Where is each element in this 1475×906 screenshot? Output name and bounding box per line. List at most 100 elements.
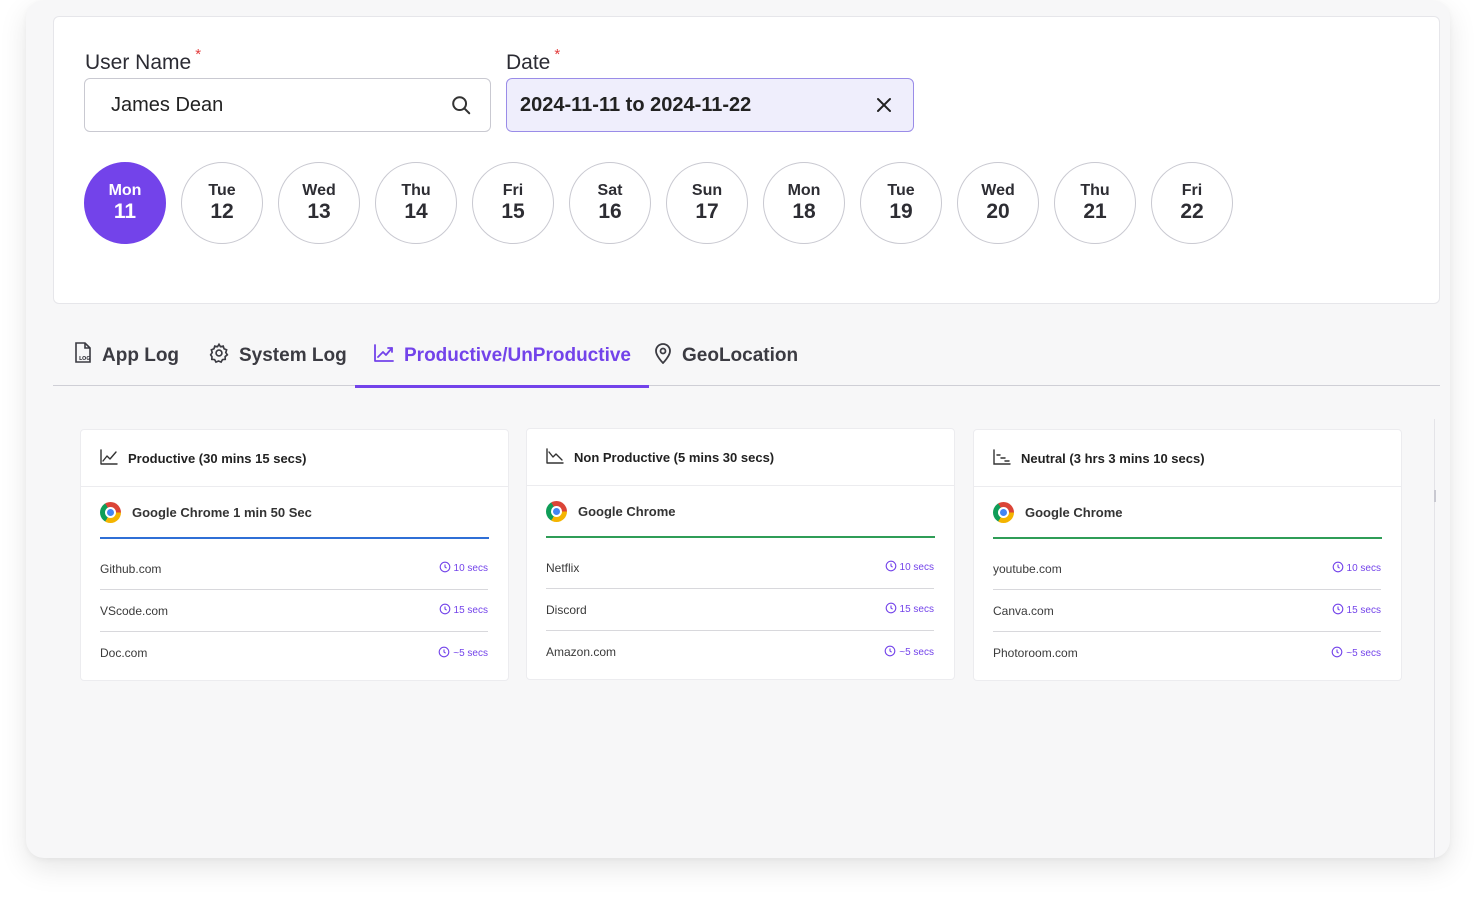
site-name: Amazon.com xyxy=(546,645,617,659)
panel-title: Non Productive (5 mins 30 secs) xyxy=(574,449,775,465)
timer-icon xyxy=(885,602,897,617)
panel-header: Neutral (3 hrs 3 mins 10 secs) xyxy=(974,430,1401,487)
panel-header: Productive (30 mins 15 secs) xyxy=(81,430,508,487)
log-file-icon: LOG xyxy=(73,341,93,370)
page-frame: User Name * James Dean Date * 2024-11-11 t… xyxy=(26,0,1450,858)
day-tue-19[interactable]: Tue 19 xyxy=(860,162,942,244)
non-productive-panel: Non Productive (5 mins 30 secs) Google C… xyxy=(526,428,955,680)
day-tue-12[interactable]: Tue 12 xyxy=(181,162,263,244)
panel-header: Non Productive (5 mins 30 secs) xyxy=(527,429,954,486)
day-mon-11[interactable]: Mon 11 xyxy=(84,162,166,244)
site-row: Doc.com ~5 secs xyxy=(100,632,488,674)
day-name: Thu xyxy=(401,182,431,199)
required-marker: * xyxy=(195,46,202,63)
day-date: 17 xyxy=(695,200,719,223)
clear-date-icon[interactable] xyxy=(871,92,897,118)
tab-productive-unproductive[interactable]: Productive/UnProductive xyxy=(355,325,649,388)
day-name: Tue xyxy=(887,182,915,199)
day-sun-17[interactable]: Sun 17 xyxy=(666,162,748,244)
day-date: 18 xyxy=(792,200,816,223)
site-row: Netflix 10 secs xyxy=(546,547,934,589)
day-name: Wed xyxy=(302,182,336,199)
day-date: 14 xyxy=(404,200,428,223)
trend-chart-icon xyxy=(373,343,395,369)
site-name: Discord xyxy=(546,602,587,617)
site-row: Canva.com 15 secs xyxy=(993,590,1381,632)
site-row: Discord 15 secs xyxy=(546,589,934,631)
day-date: 20 xyxy=(986,200,1010,223)
tab-system-log[interactable]: System Log xyxy=(208,325,347,386)
day-date: 13 xyxy=(307,200,331,223)
chrome-icon xyxy=(100,501,121,523)
panel-title: Neutral (3 hrs 3 mins 10 secs) xyxy=(1021,450,1205,466)
day-date: 11 xyxy=(113,200,137,223)
timer-icon xyxy=(885,560,897,575)
app-name: Google Chrome xyxy=(578,503,676,519)
tab-label: Productive/UnProductive xyxy=(404,344,631,366)
app-row: Google Chrome xyxy=(993,487,1382,537)
site-name: Netflix xyxy=(546,560,580,575)
day-date: 16 xyxy=(598,200,622,223)
site-row: youtube.com 10 secs xyxy=(993,548,1381,590)
day-thu-21[interactable]: Thu 21 xyxy=(1054,162,1136,244)
date-range-field[interactable]: 2024-11-11 to 2024-11-22 xyxy=(506,78,914,132)
app-row: Google Chrome 1 min 50 Sec xyxy=(100,487,489,537)
day-name: Wed xyxy=(981,182,1015,199)
day-name: Tue xyxy=(208,182,236,199)
site-name: Doc.com xyxy=(100,646,148,660)
app-underline xyxy=(100,537,489,539)
search-icon[interactable] xyxy=(448,92,474,118)
app-underline xyxy=(993,537,1382,539)
day-date: 12 xyxy=(210,200,234,223)
panel-title: Productive (30 mins 15 secs) xyxy=(128,450,307,466)
tab-app-log[interactable]: LOG App Log xyxy=(73,325,179,386)
panel-scrollbar[interactable] xyxy=(1434,419,1438,858)
day-sat-16[interactable]: Sat 16 xyxy=(569,162,651,244)
day-name: Sat xyxy=(597,182,623,199)
site-name: Photoroom.com xyxy=(993,646,1078,660)
site-row: VScode.com 15 secs xyxy=(100,590,488,632)
day-name: Mon xyxy=(108,182,142,199)
timer-icon xyxy=(1331,646,1343,661)
day-wed-20[interactable]: Wed 20 xyxy=(957,162,1039,244)
tab-geolocation[interactable]: GeoLocation xyxy=(653,325,798,386)
duration: 15 secs xyxy=(1332,603,1381,618)
timer-icon xyxy=(439,603,451,618)
day-name: Mon xyxy=(787,182,821,199)
duration: 10 secs xyxy=(885,560,934,575)
duration: 10 secs xyxy=(1332,561,1381,576)
neutral-panel: Neutral (3 hrs 3 mins 10 secs) Google Ch… xyxy=(973,429,1402,681)
trend-up-icon xyxy=(100,448,118,468)
day-name: Sun xyxy=(691,182,723,199)
timer-icon xyxy=(884,645,896,660)
timer-icon xyxy=(439,561,451,576)
day-date: 22 xyxy=(1180,200,1204,223)
day-name: Thu xyxy=(1080,182,1110,199)
day-name: Fri xyxy=(1181,182,1203,199)
chrome-icon xyxy=(993,501,1014,523)
timer-icon xyxy=(1332,603,1344,618)
app-underline xyxy=(546,536,935,538)
day-name: Fri xyxy=(502,182,524,199)
timer-icon xyxy=(438,646,450,661)
duration: 15 secs xyxy=(885,602,934,617)
app-name: Google Chrome 1 min 50 Sec xyxy=(132,504,312,520)
day-thu-14[interactable]: Thu 14 xyxy=(375,162,457,244)
day-fri-15[interactable]: Fri 15 xyxy=(472,162,554,244)
duration: 10 secs xyxy=(439,561,488,576)
day-mon-18[interactable]: Mon 18 xyxy=(763,162,845,244)
site-name: Github.com xyxy=(100,561,162,576)
user-name-label: User Name * xyxy=(85,46,202,74)
day-date: 19 xyxy=(889,200,913,223)
duration: ~5 secs xyxy=(1331,646,1381,661)
trend-down-icon xyxy=(546,447,564,467)
tab-bar: LOG App Log System Log Productive/UnProd… xyxy=(53,325,1440,388)
day-fri-22[interactable]: Fri 22 xyxy=(1151,162,1233,244)
duration: ~5 secs xyxy=(884,645,934,660)
scrollbar-thumb[interactable] xyxy=(1434,490,1436,502)
app-name: Google Chrome xyxy=(1025,504,1123,520)
day-wed-13[interactable]: Wed 13 xyxy=(278,162,360,244)
neutral-chart-icon xyxy=(993,448,1011,468)
user-name-field[interactable]: James Dean xyxy=(84,78,491,132)
chrome-icon xyxy=(546,500,567,522)
